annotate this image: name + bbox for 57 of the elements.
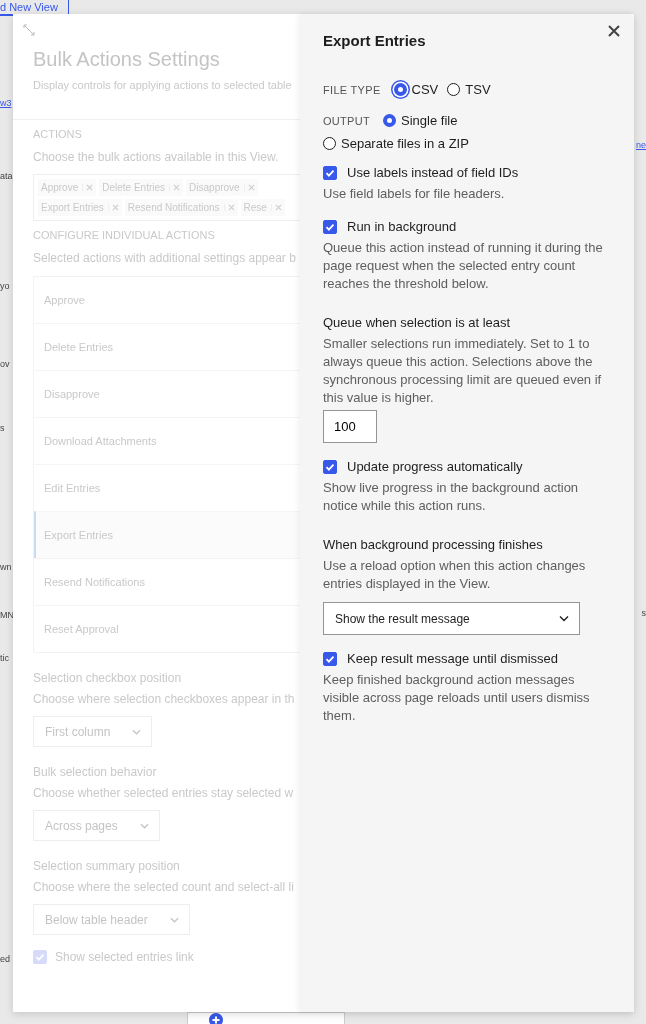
label: wn bbox=[0, 562, 13, 573]
label: ov bbox=[0, 359, 11, 370]
checkbox[interactable] bbox=[323, 219, 337, 234]
help-text: Use a reload option when this action changes entries displayed in the View. bbox=[323, 557, 587, 593]
help-text: Show live progress in the background action notice while this action runs. bbox=[323, 479, 580, 515]
label: MN bbox=[0, 610, 13, 621]
checkmark-icon bbox=[325, 461, 335, 472]
radio-option[interactable]: Single file bbox=[383, 113, 458, 128]
group-label: FILE TYPE bbox=[323, 83, 381, 96]
chevron-icon bbox=[139, 822, 149, 829]
add-button[interactable] bbox=[187, 1012, 345, 1024]
help-text: Use field labels for file headers. bbox=[323, 185, 506, 203]
panel-title: Bulk Actions Settings bbox=[33, 48, 221, 71]
checkmark-icon bbox=[325, 653, 335, 664]
chevron-icon bbox=[132, 728, 142, 735]
checkmark-icon bbox=[325, 167, 335, 178]
help-text: Smaller selections run immediately. Set to 1 to always queue this action. Selections above the synchronous processing limit are queued even if this value is higher. bbox=[323, 335, 603, 407]
remove-icon bbox=[107, 204, 119, 211]
label: s bbox=[0, 423, 6, 434]
checkbox-label: Update progress automatically bbox=[347, 459, 523, 474]
chevron-icon bbox=[559, 615, 569, 622]
label: yo bbox=[0, 281, 11, 292]
radio-option[interactable]: Separate files in a ZIP bbox=[323, 136, 469, 151]
chevron-icon bbox=[169, 916, 179, 923]
remove-icon bbox=[270, 204, 282, 211]
remove-icon bbox=[243, 184, 255, 191]
radio-option[interactable]: TSV bbox=[447, 82, 491, 97]
label: ata bbox=[0, 171, 13, 182]
checkbox-label: Use labels instead of field IDs bbox=[347, 165, 519, 180]
checkmark-icon bbox=[35, 952, 45, 962]
checkbox-label: Keep result message until dismissed bbox=[347, 651, 558, 666]
remove-icon bbox=[169, 184, 181, 191]
select-field[interactable]: Across pages bbox=[33, 810, 160, 841]
radio-option[interactable]: CSV bbox=[393, 82, 439, 97]
checkmark-icon bbox=[325, 221, 335, 232]
checkbox-label: Run in background bbox=[347, 219, 457, 234]
link[interactable]: w3 bbox=[0, 98, 13, 109]
link[interactable]: ne bbox=[636, 140, 646, 151]
select-field[interactable]: First column bbox=[33, 716, 153, 747]
expand-icon bbox=[23, 24, 35, 36]
panel-title: Export Entries bbox=[323, 32, 427, 49]
field-label: When background processing finishes bbox=[323, 537, 544, 552]
checkbox[interactable] bbox=[323, 651, 337, 666]
checkbox[interactable] bbox=[323, 165, 337, 180]
label: s bbox=[641, 608, 646, 619]
field-label: Queue when selection is at least bbox=[323, 315, 512, 330]
select-field[interactable]: Below table header bbox=[33, 904, 190, 935]
checkbox[interactable] bbox=[323, 459, 337, 474]
remove-icon bbox=[223, 204, 235, 211]
group-label: OUTPUT bbox=[323, 114, 371, 127]
select-field[interactable]: Show the result message bbox=[323, 602, 580, 635]
help-text: Keep finished background action messages visible across page reloads until users dismiss them. bbox=[323, 671, 591, 725]
help-text: Queue this action instead of running it during the page request when the selected entry count reaches the threshold below. bbox=[323, 239, 604, 293]
number-field[interactable]: 100 bbox=[323, 410, 377, 443]
remove-icon bbox=[82, 184, 94, 191]
label: tic bbox=[0, 653, 10, 664]
label: ed bbox=[0, 954, 11, 965]
